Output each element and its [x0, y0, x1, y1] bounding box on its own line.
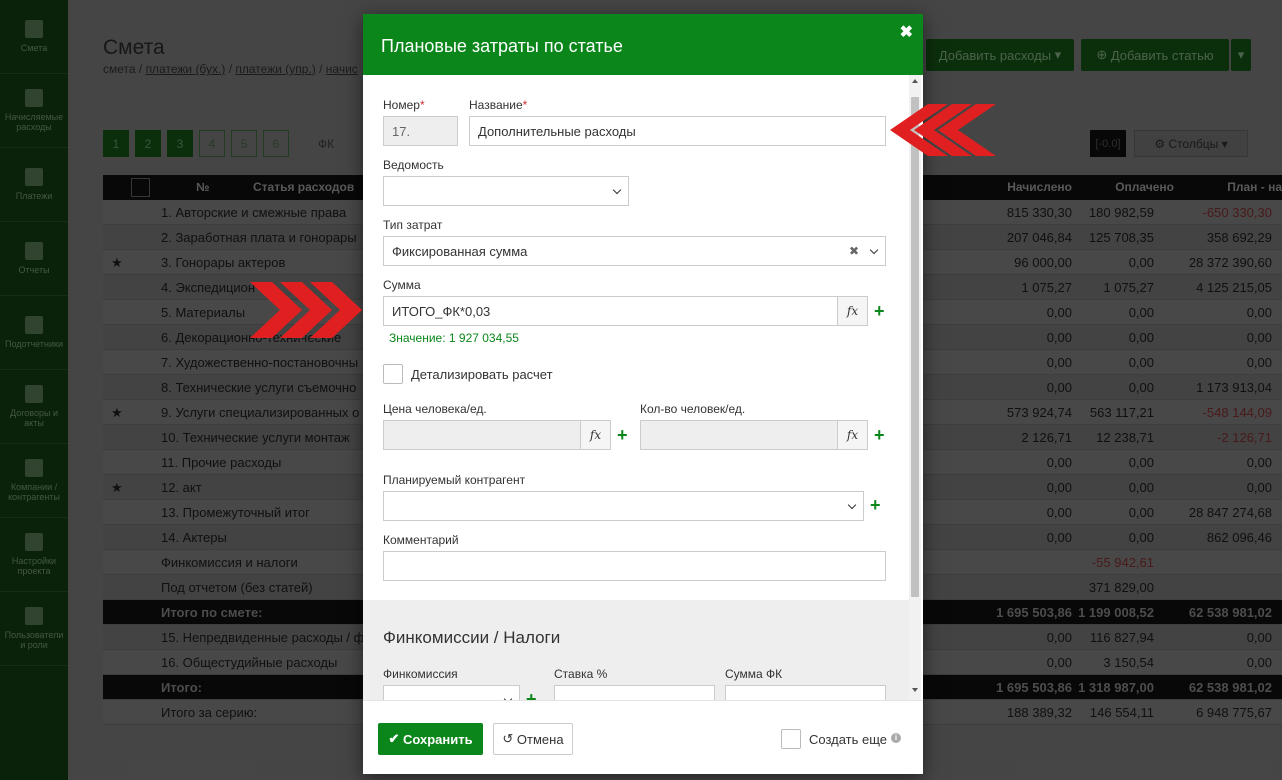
add-fincom-plus-icon[interactable]: + — [526, 690, 537, 700]
number-label: Номер* — [383, 98, 425, 112]
name-field[interactable]: Дополнительные расходы — [469, 116, 886, 146]
cancel-label: Отмена — [516, 731, 564, 747]
sumfk-field[interactable] — [725, 685, 886, 700]
sum-formula-field[interactable]: ИТОГО_ФК*0,03 fx — [383, 296, 868, 326]
vedomost-select[interactable] — [383, 176, 629, 206]
section-title: Финкомиссии / Налоги — [383, 628, 561, 647]
check-icon: ✔ — [388, 731, 403, 746]
modal-scrollbar[interactable] — [909, 75, 921, 700]
fx-button[interactable]: fx — [837, 421, 867, 449]
number-field[interactable]: 17. — [383, 116, 458, 146]
annotation-arrow-left-icon — [890, 104, 996, 156]
detail-label: Детализировать расчет — [411, 367, 553, 382]
rate-field[interactable] — [554, 685, 715, 700]
modal-header: Плановые затраты по статье — [363, 14, 923, 75]
contractor-label: Планируемый контрагент — [383, 473, 526, 487]
sumfk-label: Сумма ФК — [725, 667, 783, 681]
create-more-checkbox[interactable] — [781, 729, 801, 749]
cancel-button[interactable]: ↺ Отмена — [493, 723, 573, 755]
name-label: Название* — [469, 98, 528, 112]
sum-label: Сумма — [383, 278, 421, 292]
modal-body: Номер* 17. Название* Дополнительные расх… — [363, 75, 923, 700]
detail-checkbox[interactable] — [383, 364, 403, 384]
scroll-thumb[interactable] — [911, 97, 919, 597]
qty-field[interactable]: fx — [640, 420, 868, 450]
modal-footer: ✔ Сохранить ↺ Отмена Создать еще i — [363, 700, 923, 774]
qty-label: Кол-во человек/ед. — [640, 402, 746, 416]
add-price-plus-icon[interactable]: + — [617, 426, 628, 444]
sum-computed-value: Значение: 1 927 034,55 — [389, 331, 519, 345]
save-label: Сохранить — [402, 731, 473, 747]
vedomost-label: Ведомость — [383, 158, 444, 172]
contractor-select[interactable] — [383, 491, 864, 521]
annotation-arrow-right-icon — [250, 282, 362, 338]
type-value: Фиксированная сумма — [392, 244, 528, 259]
comment-label: Комментарий — [383, 533, 459, 547]
price-label: Цена человека/ед. — [383, 402, 487, 416]
chevron-down-icon — [847, 500, 857, 510]
undo-icon: ↺ — [502, 731, 517, 746]
scroll-up-icon[interactable] — [912, 79, 918, 83]
price-field[interactable]: fx — [383, 420, 611, 450]
sum-value: ИТОГО_ФК*0,03 — [392, 304, 491, 319]
info-icon[interactable]: i — [891, 733, 901, 743]
create-more-label: Создать еще — [809, 732, 888, 747]
chevron-down-icon — [869, 245, 879, 255]
add-contractor-plus-icon[interactable]: + — [870, 496, 881, 514]
add-sum-plus-icon[interactable]: + — [874, 302, 885, 320]
type-select[interactable]: Фиксированная сумма ✖ — [383, 236, 886, 266]
modal-title: Плановые затраты по статье — [381, 36, 623, 56]
type-label: Тип затрат — [383, 218, 443, 232]
chevron-down-icon — [612, 185, 622, 195]
fincom-label: Финкомиссия — [383, 667, 458, 681]
save-button[interactable]: ✔ Сохранить — [378, 723, 483, 755]
planned-costs-modal: Плановые затраты по статье ✖ Номер* 17. … — [363, 14, 923, 774]
add-qty-plus-icon[interactable]: + — [874, 426, 885, 444]
fx-button[interactable]: fx — [837, 297, 867, 325]
rate-label: Ставка % — [554, 667, 608, 681]
close-icon[interactable]: ✖ — [900, 22, 913, 42]
fincom-section: Финкомиссии / Налоги Финкомиссия + Ставк… — [363, 600, 909, 700]
comment-field[interactable] — [383, 551, 886, 581]
fx-button[interactable]: fx — [580, 421, 610, 449]
clear-icon[interactable]: ✖ — [849, 244, 859, 258]
fincom-select[interactable] — [383, 685, 520, 700]
scroll-down-icon[interactable] — [912, 688, 918, 692]
